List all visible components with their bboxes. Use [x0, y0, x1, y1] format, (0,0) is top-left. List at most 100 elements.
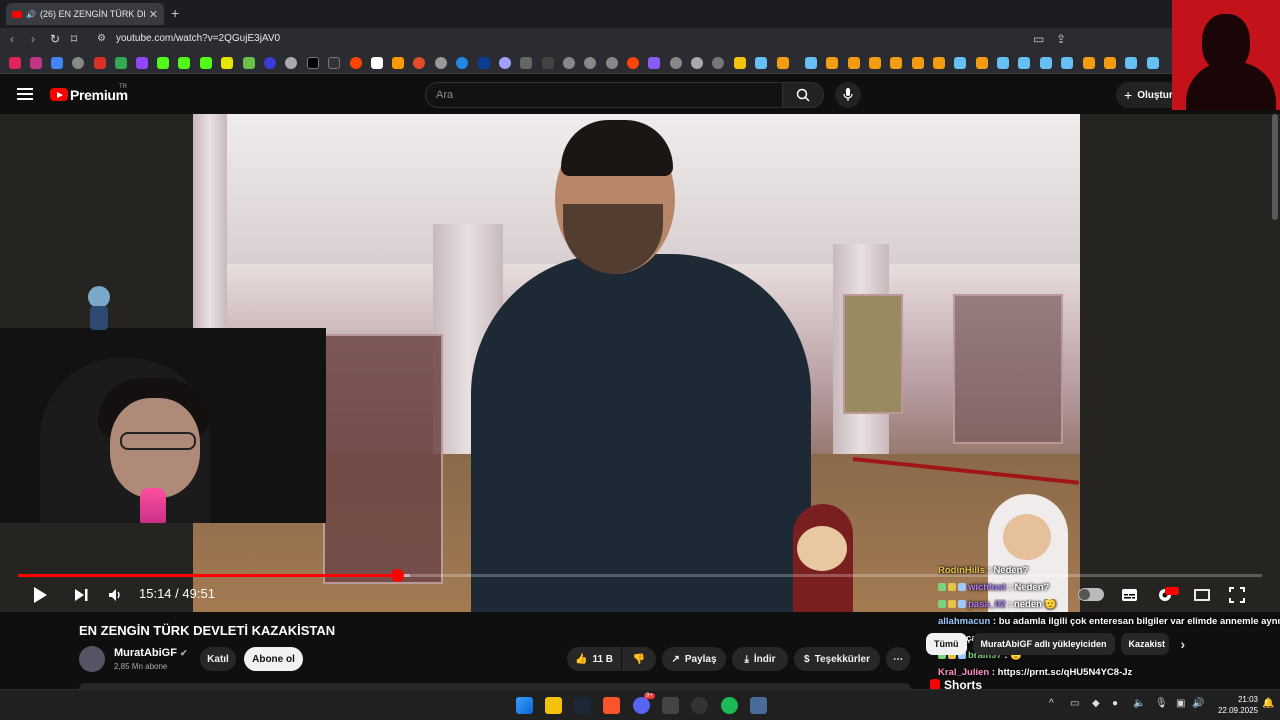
volume-icon[interactable] — [107, 587, 123, 603]
bookmark-favicon-icon[interactable] — [848, 57, 860, 69]
bookmark-favicon-icon[interactable] — [933, 57, 945, 69]
next-icon[interactable] — [73, 587, 89, 603]
bookmark-favicon-icon[interactable] — [328, 57, 340, 69]
tray-steam-icon[interactable]: ● — [1112, 698, 1118, 709]
bookmark-favicon-icon[interactable] — [670, 57, 682, 69]
video-frame[interactable] — [193, 114, 1080, 612]
bookmark-favicon-icon[interactable] — [563, 57, 575, 69]
browser-tab[interactable]: 🔊 (26) EN ZENGİN TÜRK DEVLETİ KAZAKİSTAN… — [6, 3, 164, 25]
kick-icon[interactable] — [178, 57, 190, 69]
forward-icon[interactable]: › — [31, 32, 35, 46]
bookmark-favicon-icon[interactable] — [890, 57, 902, 69]
steam-icon[interactable] — [1018, 57, 1030, 69]
bookmark-favicon-icon[interactable] — [413, 57, 425, 69]
bookmark-favicon-icon[interactable] — [435, 57, 447, 69]
bookmark-favicon-icon[interactable] — [51, 57, 63, 69]
bookmark-favicon-icon[interactable] — [606, 57, 618, 69]
app-icon[interactable] — [662, 697, 679, 714]
bookmark-favicon-icon[interactable] — [243, 57, 255, 69]
battery-icon[interactable]: ▭ — [1070, 698, 1079, 709]
steam-icon[interactable] — [1061, 57, 1073, 69]
search-input[interactable]: Ara — [425, 82, 783, 108]
like-button[interactable]: 👍 11 B — [567, 647, 621, 671]
bookmark-favicon-icon[interactable] — [976, 57, 988, 69]
search-button[interactable] — [782, 82, 824, 108]
windows-start-icon[interactable] — [516, 697, 533, 714]
bookmark-favicon-icon[interactable] — [499, 57, 511, 69]
brave-icon[interactable] — [603, 697, 620, 714]
more-actions-button[interactable]: ⋯ — [886, 647, 910, 671]
bookmark-favicon-icon[interactable] — [9, 57, 21, 69]
subscribe-button[interactable]: Abone ol — [244, 647, 303, 671]
reddit-icon[interactable] — [350, 57, 362, 69]
tray-chevron-icon[interactable]: ^ — [1049, 698, 1054, 709]
bookmark-icon[interactable]: ⌑ — [71, 32, 77, 46]
speaker-icon[interactable]: 🔈 — [1133, 698, 1145, 709]
bookmark-favicon-icon[interactable] — [712, 57, 724, 69]
join-button[interactable]: Katıl — [200, 647, 236, 671]
folder-icon[interactable] — [734, 57, 746, 69]
bookmark-favicon-icon[interactable] — [264, 57, 276, 69]
bookmark-favicon-icon[interactable] — [221, 57, 233, 69]
bookmark-favicon-icon[interactable] — [826, 57, 838, 69]
thanks-button[interactable]: $ Teşekkürler — [794, 647, 880, 671]
bookmark-favicon-icon[interactable] — [542, 57, 554, 69]
video-player[interactable] — [0, 114, 1280, 612]
bookmark-favicon-icon[interactable] — [1104, 57, 1116, 69]
amazon-icon[interactable] — [392, 57, 404, 69]
volume-tray-icon[interactable]: 🔊 — [1192, 698, 1204, 709]
steam-icon[interactable] — [997, 57, 1009, 69]
steam-icon[interactable] — [1147, 57, 1159, 69]
bookmark-favicon-icon[interactable] — [648, 57, 660, 69]
chip-kazakistan[interactable]: Kazakist — [1120, 633, 1169, 655]
network-icon[interactable]: ▣ — [1176, 698, 1185, 709]
url-field[interactable]: youtube.com/watch?v=2QGujE3jAV0 — [116, 33, 280, 44]
bookmark-favicon-icon[interactable] — [691, 57, 703, 69]
kick-icon[interactable] — [200, 57, 212, 69]
share-page-icon[interactable]: ⇪ — [1056, 32, 1066, 46]
clock[interactable]: 21:03 22.09.2025 — [1208, 694, 1258, 716]
bookmark-favicon-icon[interactable] — [777, 57, 789, 69]
site-settings-icon[interactable]: ⚙ — [97, 33, 106, 44]
steam-icon[interactable] — [574, 697, 591, 714]
kick-icon[interactable] — [157, 57, 169, 69]
bookmark-favicon-icon[interactable] — [520, 57, 532, 69]
chip-uploader[interactable]: MuratAbiGF adlı yükleyiciden — [972, 633, 1115, 655]
microphone-tray-icon[interactable]: 🎙 — [1155, 698, 1168, 709]
bookmark-favicon-icon[interactable] — [456, 57, 468, 69]
notifications-icon[interactable]: 🔔 — [1262, 698, 1274, 709]
steam-icon[interactable] — [1125, 57, 1137, 69]
reddit-icon[interactable] — [627, 57, 639, 69]
tab-close-icon[interactable]: ✕ — [149, 8, 158, 21]
download-button[interactable]: ⤓ İndir — [732, 647, 788, 671]
bookmark-favicon-icon[interactable] — [285, 57, 297, 69]
chips-next-icon[interactable]: › — [1175, 633, 1192, 655]
bookmark-favicon-icon[interactable] — [1083, 57, 1095, 69]
dislike-button[interactable]: 👎 — [622, 647, 656, 671]
bookmark-favicon-icon[interactable] — [584, 57, 596, 69]
bookmark-favicon-icon[interactable] — [478, 57, 490, 69]
channel-avatar[interactable] — [79, 646, 105, 672]
steam-icon[interactable] — [1040, 57, 1052, 69]
x-icon[interactable] — [307, 57, 319, 69]
spotify-icon[interactable] — [721, 697, 738, 714]
bookmark-favicon-icon[interactable] — [869, 57, 881, 69]
bookmark-favicon-icon[interactable] — [912, 57, 924, 69]
channel-name[interactable]: MuratAbiGF ✔ — [114, 647, 188, 659]
discord-icon[interactable] — [633, 697, 650, 714]
page-scrollbar[interactable] — [1272, 114, 1278, 220]
app-icon[interactable] — [750, 697, 767, 714]
bookmark-favicon-icon[interactable] — [371, 57, 383, 69]
voice-search-button[interactable] — [835, 82, 861, 108]
drive-icon[interactable] — [115, 57, 127, 69]
youtube-logo-icon[interactable] — [50, 88, 68, 101]
menu-icon[interactable] — [17, 88, 33, 100]
steam-icon[interactable] — [954, 57, 966, 69]
file-explorer-icon[interactable] — [545, 697, 562, 714]
bookmark-favicon-icon[interactable] — [72, 57, 84, 69]
steam-icon[interactable] — [755, 57, 767, 69]
instagram-icon[interactable] — [30, 57, 42, 69]
new-tab-icon[interactable]: + — [171, 5, 179, 21]
share-button[interactable]: ↗ Paylaş — [662, 647, 726, 671]
obs-icon[interactable] — [691, 697, 708, 714]
